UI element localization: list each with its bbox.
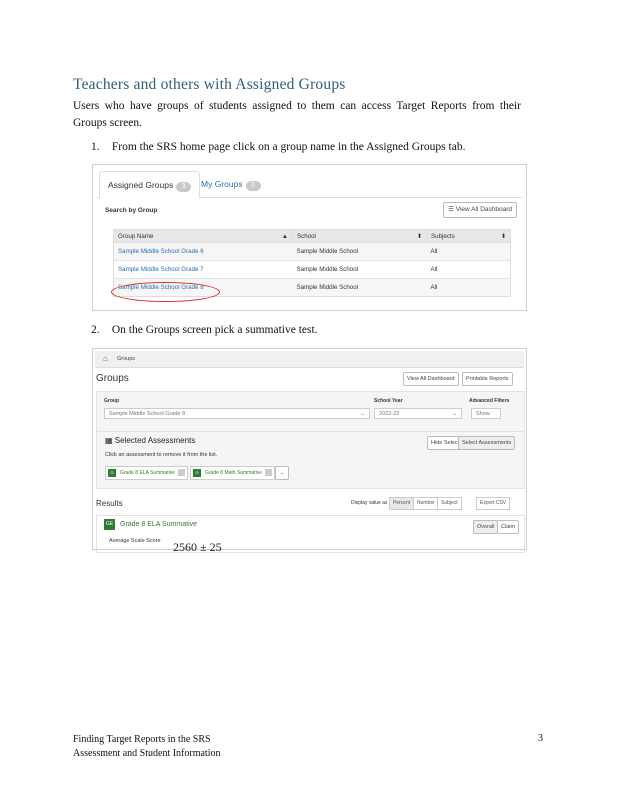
subject-button[interactable]: Subject (437, 497, 462, 510)
page-number: 3 (538, 733, 543, 744)
school-year-select[interactable]: 2022-23 ⌄ (374, 408, 462, 419)
grade-badge: G (108, 469, 116, 477)
tab-my-groups[interactable]: My Groups 0 (193, 171, 269, 197)
overall-toggle[interactable]: Overall (473, 520, 499, 534)
step-text: From the SRS home page click on a group … (111, 141, 466, 153)
average-scale-score-label: Average Scale Score (109, 538, 161, 544)
printable-reports-button[interactable]: Printable Reports (462, 372, 513, 386)
step-text: On the Groups screen pick a summative te… (111, 324, 318, 336)
grade-badge: G (193, 469, 201, 477)
close-icon[interactable] (264, 469, 272, 476)
breadcrumb-item: Groups (117, 356, 136, 362)
step-2: 2. On the Groups screen pick a summative… (91, 324, 318, 336)
section-heading: Teachers and others with Assigned Groups (73, 76, 346, 93)
school-cell: Sample Middle School (292, 278, 427, 297)
selected-assessments-title: ▦ Selected Assessments (105, 436, 196, 445)
selected-assessments-panel: ▦ Selected Assessments Hide Select Selec… (96, 431, 525, 489)
sort-icon: ⬍ (416, 232, 422, 240)
claim-toggle[interactable]: Claim (497, 520, 520, 534)
advanced-filters-toggle[interactable]: Show (471, 408, 501, 419)
subjects-cell: All (426, 242, 511, 261)
percent-toggle[interactable]: Percent (389, 497, 415, 510)
arrow-right-icon[interactable]: → (275, 466, 289, 480)
advanced-filters-label: Advanced Filters (469, 398, 510, 404)
view-all-dashboard-button[interactable]: View All Dashboard (403, 372, 459, 386)
list-icon: ▦ (105, 436, 113, 445)
view-all-dashboard-button[interactable]: ☰ View All Dashboard (443, 202, 517, 218)
assessment-title-link[interactable]: Grade 8 ELA Summative (120, 521, 197, 528)
group-select[interactable]: Sample Middle School Grade 8 ⌄ (104, 408, 370, 419)
breadcrumb: ⌂ Groups (95, 351, 524, 368)
tab-label: My Groups (201, 179, 243, 189)
close-icon[interactable] (178, 469, 186, 476)
assessment-chip[interactable]: G Grade 8 ELA Summative (105, 466, 189, 480)
chevron-down-icon: ⌄ (452, 411, 457, 417)
group-link[interactable]: Sample Middle School Grade 6 (113, 242, 293, 261)
intro-paragraph: Users who have groups of students assign… (73, 100, 521, 129)
group-filter-label: Group (104, 398, 119, 404)
school-cell: Sample Middle School (292, 242, 427, 261)
display-value-label: Display value as (351, 500, 388, 506)
sort-icon: ▲ (281, 232, 288, 240)
footer-line: Assessment and Student Information (73, 748, 221, 759)
tab-assigned-groups[interactable]: Assigned Groups 3 (99, 171, 201, 199)
select-assessments-button[interactable]: Select Assessments (458, 436, 516, 450)
school-year-label: School Year (374, 398, 403, 404)
tab-label: Assigned Groups (108, 180, 174, 190)
school-cell: Sample Middle School (292, 260, 427, 279)
footer-line: Finding Target Reports in the SRS (73, 734, 211, 745)
scale-score-value: 2560 ± 25 (173, 540, 222, 554)
assigned-groups-screenshot: Assigned Groups 3 My Groups 0 Search by Gr… (92, 164, 527, 311)
chevron-down-icon: ⌄ (360, 411, 365, 417)
column-header[interactable]: School ⬍ (292, 229, 427, 243)
footer: Finding Target Reports in the SRS Assess… (73, 733, 220, 761)
sort-icon: ⬍ (500, 232, 506, 240)
count-badge: 0 (245, 181, 261, 191)
assessment-chip[interactable]: G Grade 8 Math Summative (190, 466, 275, 480)
list-icon: ☰ (448, 206, 454, 213)
table-row: Sample Middle School Grade 6 Sample Midd… (113, 242, 511, 261)
step-number: 2. (91, 324, 100, 336)
table-header: Group Name ▲ School ⬍ Subjects ⬍ (113, 229, 511, 243)
highlight-circle (111, 282, 220, 302)
step-number: 1. (91, 141, 100, 153)
page-title: Groups (96, 373, 129, 384)
selected-assessments-hint: Click an assessment to remove it from th… (105, 452, 218, 458)
group-link[interactable]: Sample Middle School Grade 7 (113, 260, 293, 279)
step-1: 1. From the SRS home page click on a gro… (91, 141, 465, 153)
group-tabs: Assigned Groups 3 My Groups 0 (97, 171, 522, 199)
table-row: Sample Middle School Grade 7 Sample Midd… (113, 260, 511, 279)
column-header[interactable]: Subjects ⬍ (426, 229, 511, 243)
groups-screen-screenshot: ⌂ Groups Groups View All Dashboard Print… (92, 348, 527, 554)
export-csv-button[interactable]: Export CSV (476, 497, 511, 510)
home-icon[interactable]: ⌂ (103, 355, 111, 363)
subjects-cell: All (426, 260, 511, 279)
number-toggle[interactable]: Number (413, 497, 439, 510)
search-by-group-label: Search by Group (105, 207, 158, 214)
result-card: GE Grade 8 ELA Summative Overall Claim A… (96, 515, 525, 554)
subjects-cell: All (426, 278, 511, 297)
column-header[interactable]: Group Name ▲ (113, 229, 293, 243)
count-badge: 3 (176, 182, 192, 192)
results-heading: Results (96, 499, 123, 508)
ge-badge: GE (104, 519, 115, 530)
button-label: View All Dashboard (455, 206, 512, 213)
